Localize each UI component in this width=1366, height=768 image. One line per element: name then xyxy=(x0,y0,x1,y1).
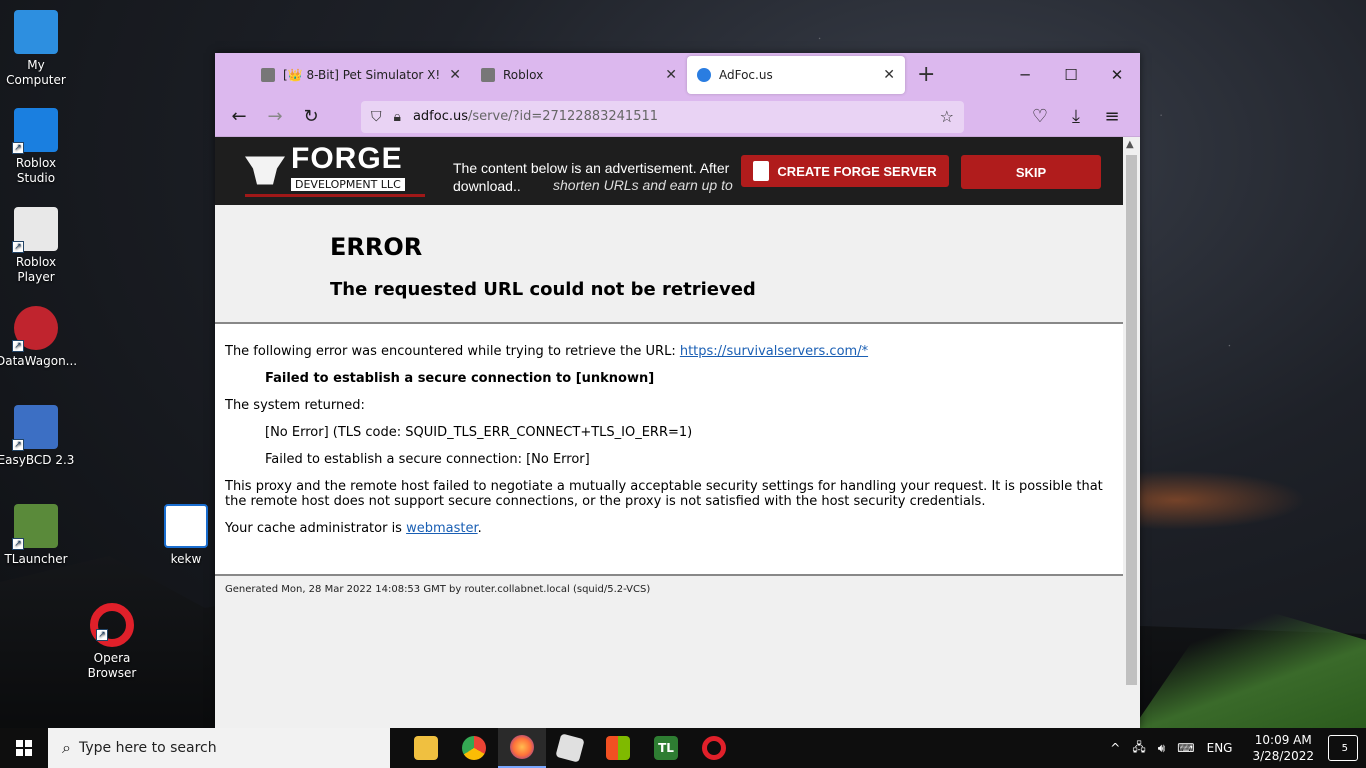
taskbar: ⌕ Type here to search TL ^ 🖧︎ 🔊︎ ⌨ ENG 1… xyxy=(0,728,1366,768)
roblox-icon xyxy=(555,733,585,763)
tab-close-icon[interactable]: ✕ xyxy=(665,67,677,83)
chrome-icon xyxy=(462,736,486,760)
error-header: ERROR The requested URL could not be ret… xyxy=(215,205,1123,324)
new-tab-button[interactable]: + xyxy=(917,62,935,87)
desktop-icon-easybcd[interactable]: ↗ EasyBCD 2.3 xyxy=(0,405,76,468)
taskbar-search[interactable]: ⌕ Type here to search xyxy=(48,728,390,768)
lock-icon[interactable]: 🔒︎ xyxy=(394,109,401,125)
network-icon[interactable]: 🖧︎ xyxy=(1132,738,1145,759)
error-subtitle: The requested URL could not be retrieved xyxy=(330,279,756,300)
firefox-icon xyxy=(510,735,534,759)
desktop-icon-my-computer[interactable]: My Computer xyxy=(0,10,76,88)
image-file-icon xyxy=(164,504,208,548)
easybcd-icon: ↗ xyxy=(12,405,58,451)
taskbar-firefox[interactable] xyxy=(498,728,546,768)
adfocus-favicon-icon xyxy=(697,68,711,82)
explanation-text: This proxy and the remote host failed to… xyxy=(225,479,1103,509)
chevron-up-icon[interactable]: ^ xyxy=(1110,741,1120,755)
tab-close-icon[interactable]: ✕ xyxy=(449,67,461,83)
nav-bar: ← → ↻ ⛉ 🔒︎ adfoc.us/serve/?id=2712288324… xyxy=(215,97,1140,137)
desktop-icon-datawagon[interactable]: ↗ DataWagon... xyxy=(0,306,77,369)
anvil-icon xyxy=(245,156,285,185)
forge-logo[interactable]: FORGE DEVELOPMENT LLC xyxy=(245,144,405,192)
window-controls: ─ ☐ ✕ xyxy=(1002,53,1140,97)
server-icon xyxy=(753,161,770,181)
taskbar-file-explorer[interactable] xyxy=(402,728,450,768)
desktop-icon-opera[interactable]: ↗ Opera Browser xyxy=(72,603,152,681)
back-arrow-icon[interactable]: ← xyxy=(223,101,255,133)
desktop-icon-kekw[interactable]: kekw xyxy=(146,504,226,567)
volume-icon[interactable]: 🔊︎ xyxy=(1158,741,1166,756)
failed-secure-text: Failed to establish a secure connection:… xyxy=(265,452,590,467)
browser-window: [👑 8-Bit] Pet Simulator X! - Ro ✕ Roblox… xyxy=(215,53,1140,728)
notification-center-button[interactable]: 5 xyxy=(1328,735,1358,761)
error-footer: Generated Mon, 28 Mar 2022 14:08:53 GMT … xyxy=(215,576,1123,728)
roblox-favicon-icon xyxy=(261,68,275,82)
taskbar-roblox[interactable] xyxy=(546,728,594,768)
url-bar[interactable]: ⛉ 🔒︎ adfoc.us/serve/?id=27122883241511 ☆ xyxy=(361,100,964,133)
taskbar-store[interactable] xyxy=(594,728,642,768)
scroll-up-icon[interactable]: ▲ xyxy=(1126,139,1134,150)
scrollbar-thumb[interactable] xyxy=(1126,155,1137,685)
error-intro: The following error was encountered whil… xyxy=(225,344,869,359)
taskbar-chrome[interactable] xyxy=(450,728,498,768)
menu-hamburger-icon[interactable]: ≡ xyxy=(1096,101,1128,133)
tab-close-icon[interactable]: ✕ xyxy=(883,67,895,83)
vertical-scrollbar[interactable]: ▲ xyxy=(1123,137,1140,728)
language-indicator[interactable]: ENG xyxy=(1207,741,1233,755)
skip-button[interactable]: SKIP xyxy=(961,155,1101,189)
logo-underline xyxy=(245,194,425,197)
tls-code-text: [No Error] (TLS code: SQUID_TLS_ERR_CONN… xyxy=(265,425,693,440)
ad-bar: FORGE DEVELOPMENT LLC The content below … xyxy=(215,137,1123,205)
taskbar-opera[interactable] xyxy=(690,728,738,768)
opera-icon: ↗ xyxy=(90,603,134,647)
roblox-studio-icon: ↗ xyxy=(12,108,58,154)
datawagon-icon: ↗ xyxy=(12,306,58,352)
create-forge-server-button[interactable]: CREATE FORGE SERVER xyxy=(741,155,949,187)
desktop-icon-roblox-studio[interactable]: ↗ Roblox Studio xyxy=(0,108,76,186)
pocket-icon[interactable]: ♡ xyxy=(1024,101,1056,133)
ad-subtext: shorten URLs and earn up to xyxy=(553,177,733,193)
shield-icon[interactable]: ⛉ xyxy=(371,109,382,125)
close-window-icon[interactable]: ✕ xyxy=(1094,53,1140,97)
download-icon[interactable]: ⤓ xyxy=(1060,101,1092,133)
desktop-icon-tlauncher[interactable]: ↗ TLauncher xyxy=(0,504,76,567)
taskbar-tlauncher[interactable]: TL xyxy=(642,728,690,768)
system-returned-label: The system returned: xyxy=(225,398,365,413)
folder-icon xyxy=(414,736,438,760)
keyboard-icon[interactable]: ⌨ xyxy=(1177,741,1194,755)
bookmark-star-icon[interactable]: ☆ xyxy=(940,107,954,126)
roblox-player-icon: ↗ xyxy=(12,207,58,253)
admin-text: Your cache administrator is webmaster. xyxy=(225,521,482,536)
error-title: ERROR xyxy=(330,233,423,261)
tab-pet-simulator[interactable]: [👑 8-Bit] Pet Simulator X! - Ro ✕ xyxy=(251,56,471,94)
webmaster-link[interactable]: webmaster xyxy=(406,521,478,536)
start-button[interactable] xyxy=(0,728,48,768)
forward-arrow-icon[interactable]: → xyxy=(259,101,291,133)
page-content: FORGE DEVELOPMENT LLC The content below … xyxy=(215,137,1123,728)
windows-logo-icon xyxy=(16,740,32,756)
tab-roblox[interactable]: Roblox ✕ xyxy=(471,56,687,94)
tlauncher-icon: TL xyxy=(654,736,678,760)
store-icon xyxy=(606,736,630,760)
minimize-icon[interactable]: ─ xyxy=(1002,53,1048,97)
opera-icon xyxy=(702,736,726,760)
reload-icon[interactable]: ↻ xyxy=(295,101,327,133)
failed-connection-text: Failed to establish a secure connection … xyxy=(265,371,655,386)
tab-bar: [👑 8-Bit] Pet Simulator X! - Ro ✕ Roblox… xyxy=(215,53,1140,97)
clock[interactable]: 10:09 AM 3/28/2022 xyxy=(1252,732,1314,764)
tab-adfocus[interactable]: AdFoc.us ✕ xyxy=(687,56,905,94)
tlauncher-icon: ↗ xyxy=(12,504,58,550)
system-tray: ^ 🖧︎ 🔊︎ ⌨ ENG 10:09 AM 3/28/2022 5 xyxy=(1104,728,1366,768)
maximize-icon[interactable]: ☐ xyxy=(1048,53,1094,97)
roblox-favicon-icon xyxy=(481,68,495,82)
desktop-icon-roblox-player[interactable]: ↗ Roblox Player xyxy=(0,207,76,285)
search-icon: ⌕ xyxy=(62,738,71,757)
computer-icon xyxy=(14,10,58,54)
error-url-link[interactable]: https://survivalservers.com/* xyxy=(680,344,868,359)
error-body: The following error was encountered whil… xyxy=(215,324,1123,576)
